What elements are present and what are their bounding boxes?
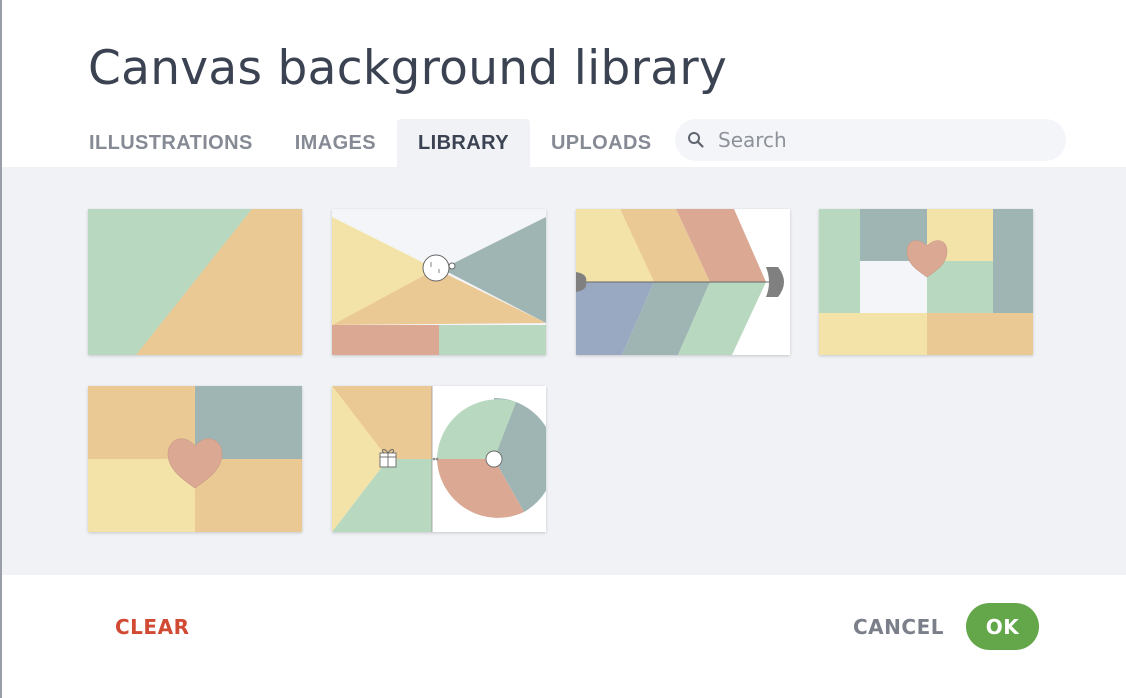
clear-button[interactable]: CLEAR bbox=[115, 615, 189, 639]
heart-grid-preview bbox=[819, 209, 1033, 355]
ok-button[interactable]: OK bbox=[966, 603, 1039, 650]
diagonal-split-preview bbox=[88, 209, 302, 355]
tab-bar: ILLUSTRATIONS IMAGES LIBRARY UPLOADS bbox=[68, 119, 673, 167]
library-item-center-circle-bowtie[interactable] bbox=[332, 209, 546, 355]
heart-quadrant-preview bbox=[88, 386, 302, 532]
tab-illustrations[interactable]: ILLUSTRATIONS bbox=[68, 119, 274, 167]
library-gallery bbox=[2, 167, 1126, 575]
search-icon bbox=[687, 131, 705, 149]
dialog-title: Canvas background library bbox=[88, 41, 728, 96]
library-item-gift-and-wheel[interactable] bbox=[332, 386, 546, 532]
library-item-heart-grid[interactable] bbox=[819, 209, 1033, 355]
tab-images[interactable]: IMAGES bbox=[274, 119, 397, 167]
search-input[interactable] bbox=[716, 127, 1040, 153]
cancel-button[interactable]: CANCEL bbox=[853, 615, 944, 639]
library-item-fishbone[interactable] bbox=[576, 209, 790, 355]
gift-and-wheel-preview bbox=[332, 386, 546, 532]
library-item-heart-quadrant[interactable] bbox=[88, 386, 302, 532]
library-item-diagonal-split[interactable] bbox=[88, 209, 302, 355]
center-circle-bowtie-preview bbox=[332, 209, 546, 355]
background-library-dialog: Canvas background library ILLUSTRATIONS … bbox=[0, 0, 1126, 698]
tab-uploads[interactable]: UPLOADS bbox=[530, 119, 673, 167]
tab-library[interactable]: LIBRARY bbox=[397, 119, 530, 167]
search-box[interactable] bbox=[675, 119, 1066, 161]
fishbone-preview bbox=[576, 209, 790, 355]
